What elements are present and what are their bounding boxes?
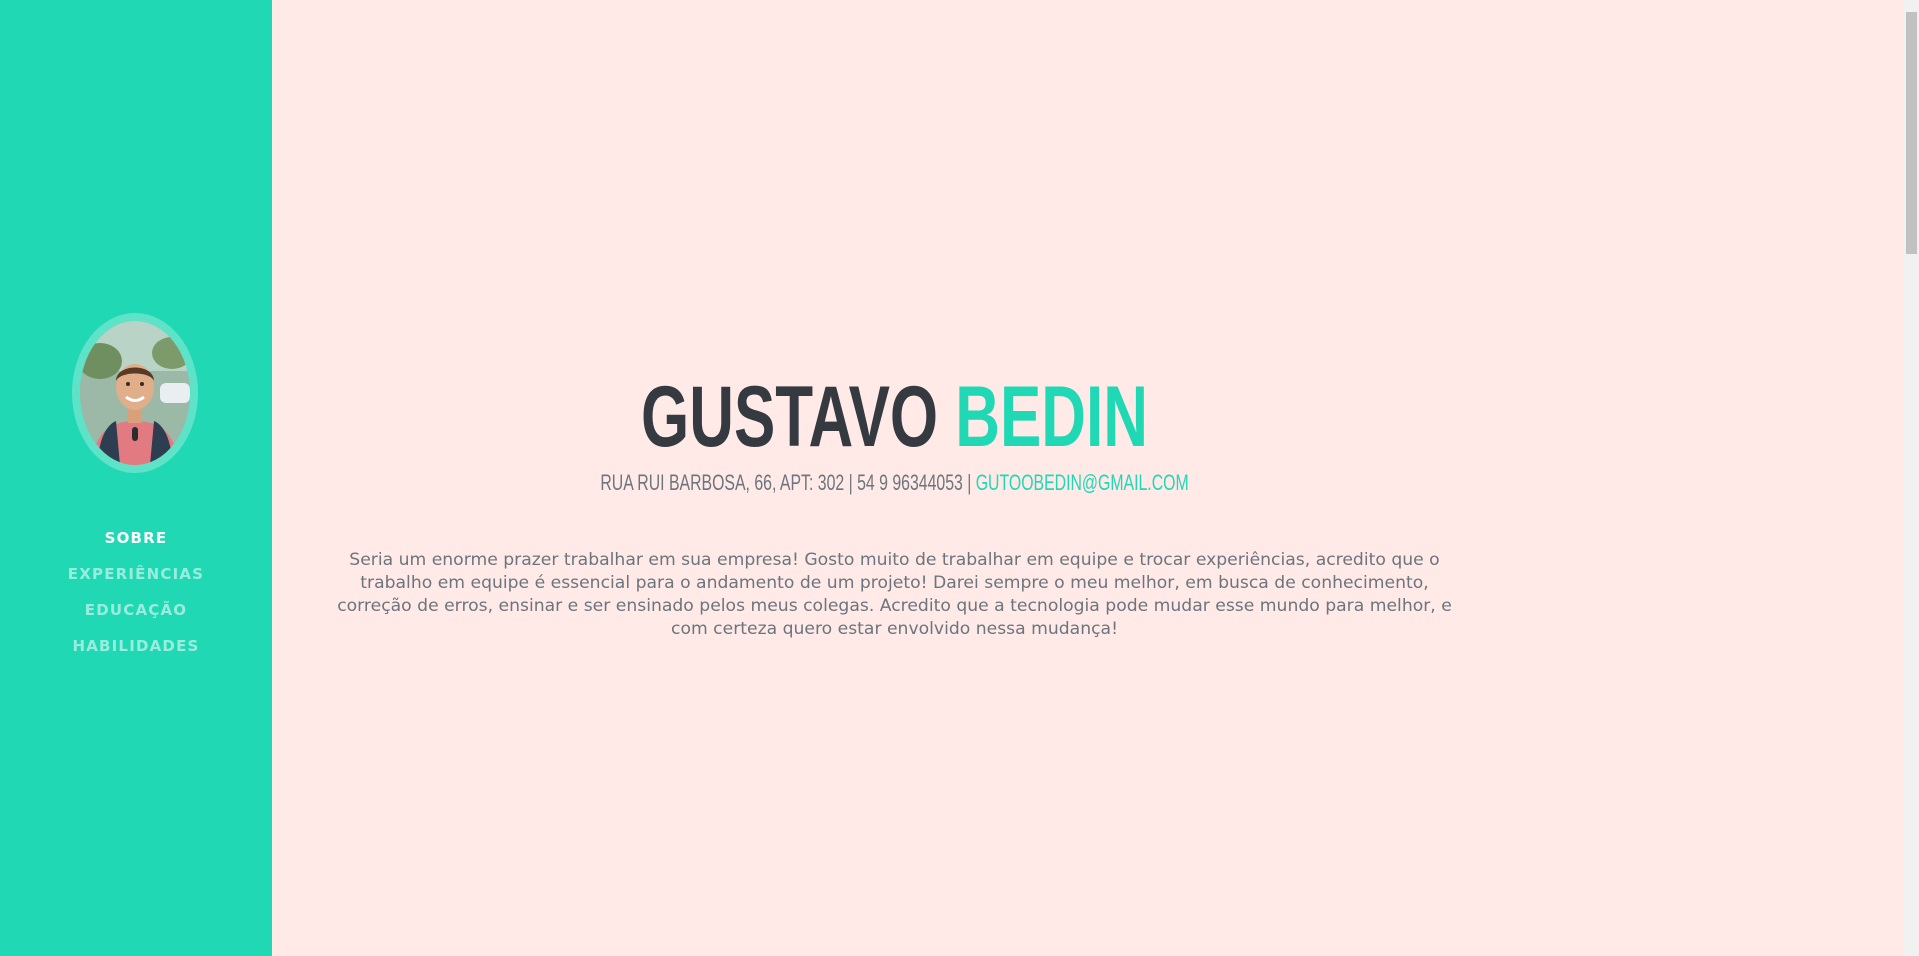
nav-item-sobre[interactable]: SOBRE [0, 524, 272, 560]
profile-photo-icon [80, 321, 190, 465]
nav-item-educacao[interactable]: EDUCAÇÃO [0, 596, 272, 632]
address-phone: RUA RUI BARBOSA, 66, APT: 302 | 54 9 963… [600, 470, 976, 495]
nav-item-habilidades[interactable]: HABILIDADES [0, 632, 272, 668]
sidebar-nav: SOBRE EXPERIÊNCIAS EDUCAÇÃO HABILIDADES [0, 524, 272, 668]
page-scrollbar[interactable] [1904, 0, 1919, 956]
about-text: Seria um enorme prazer trabalhar em sua … [337, 550, 1452, 639]
nav-item-experiencias[interactable]: EXPERIÊNCIAS [0, 560, 272, 596]
avatar-ring [72, 313, 198, 473]
last-name: BEDIN [955, 369, 1148, 465]
contact-line: RUA RUI BARBOSA, 66, APT: 302 | 54 9 963… [482, 469, 1306, 497]
sidebar: SOBRE EXPERIÊNCIAS EDUCAÇÃO HABILIDADES [0, 0, 272, 956]
scrollbar-thumb[interactable] [1906, 12, 1917, 254]
about-section: GUSTAVO BEDIN RUA RUI BARBOSA, 66, APT: … [322, 365, 1467, 641]
main-content: GUSTAVO BEDIN RUA RUI BARBOSA, 66, APT: … [272, 0, 1904, 956]
page-title: GUSTAVO BEDIN [482, 365, 1306, 469]
avatar [80, 321, 190, 465]
first-name: GUSTAVO [641, 369, 939, 465]
email-link[interactable]: GUTOOBEDIN@GMAIL.COM [976, 470, 1189, 495]
